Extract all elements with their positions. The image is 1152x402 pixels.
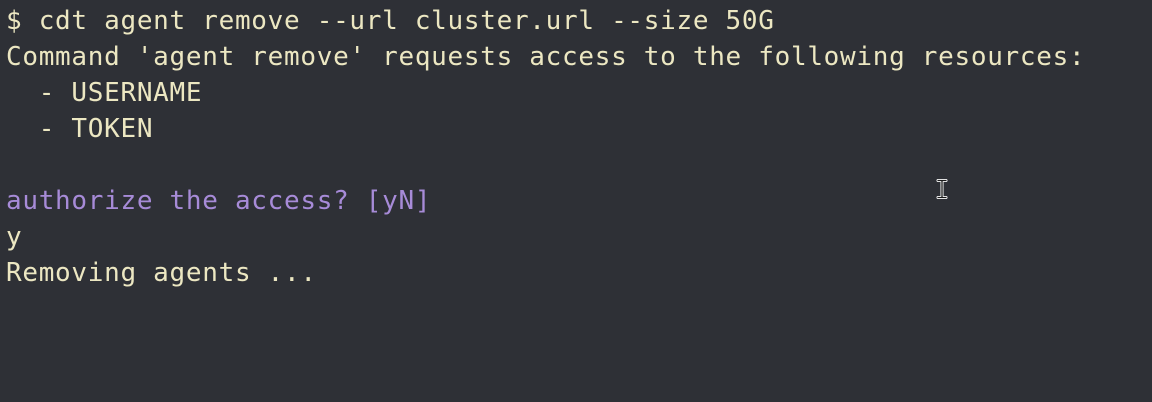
- access-request-line: Command 'agent remove' requests access t…: [6, 42, 1086, 72]
- resource-item-username: - USERNAME: [6, 78, 203, 108]
- terminal-window[interactable]: $ cdt agent remove --url cluster.url --s…: [0, 0, 1152, 402]
- user-input-line[interactable]: y: [6, 219, 1152, 255]
- status-line: Removing agents ...: [6, 258, 317, 288]
- command-line: $ cdt agent remove --url cluster.url --s…: [6, 6, 775, 36]
- resource-item-token: - TOKEN: [6, 114, 154, 144]
- authorize-prompt: authorize the access? [yN]: [6, 186, 432, 216]
- text-i-beam-cursor-icon: [936, 179, 948, 199]
